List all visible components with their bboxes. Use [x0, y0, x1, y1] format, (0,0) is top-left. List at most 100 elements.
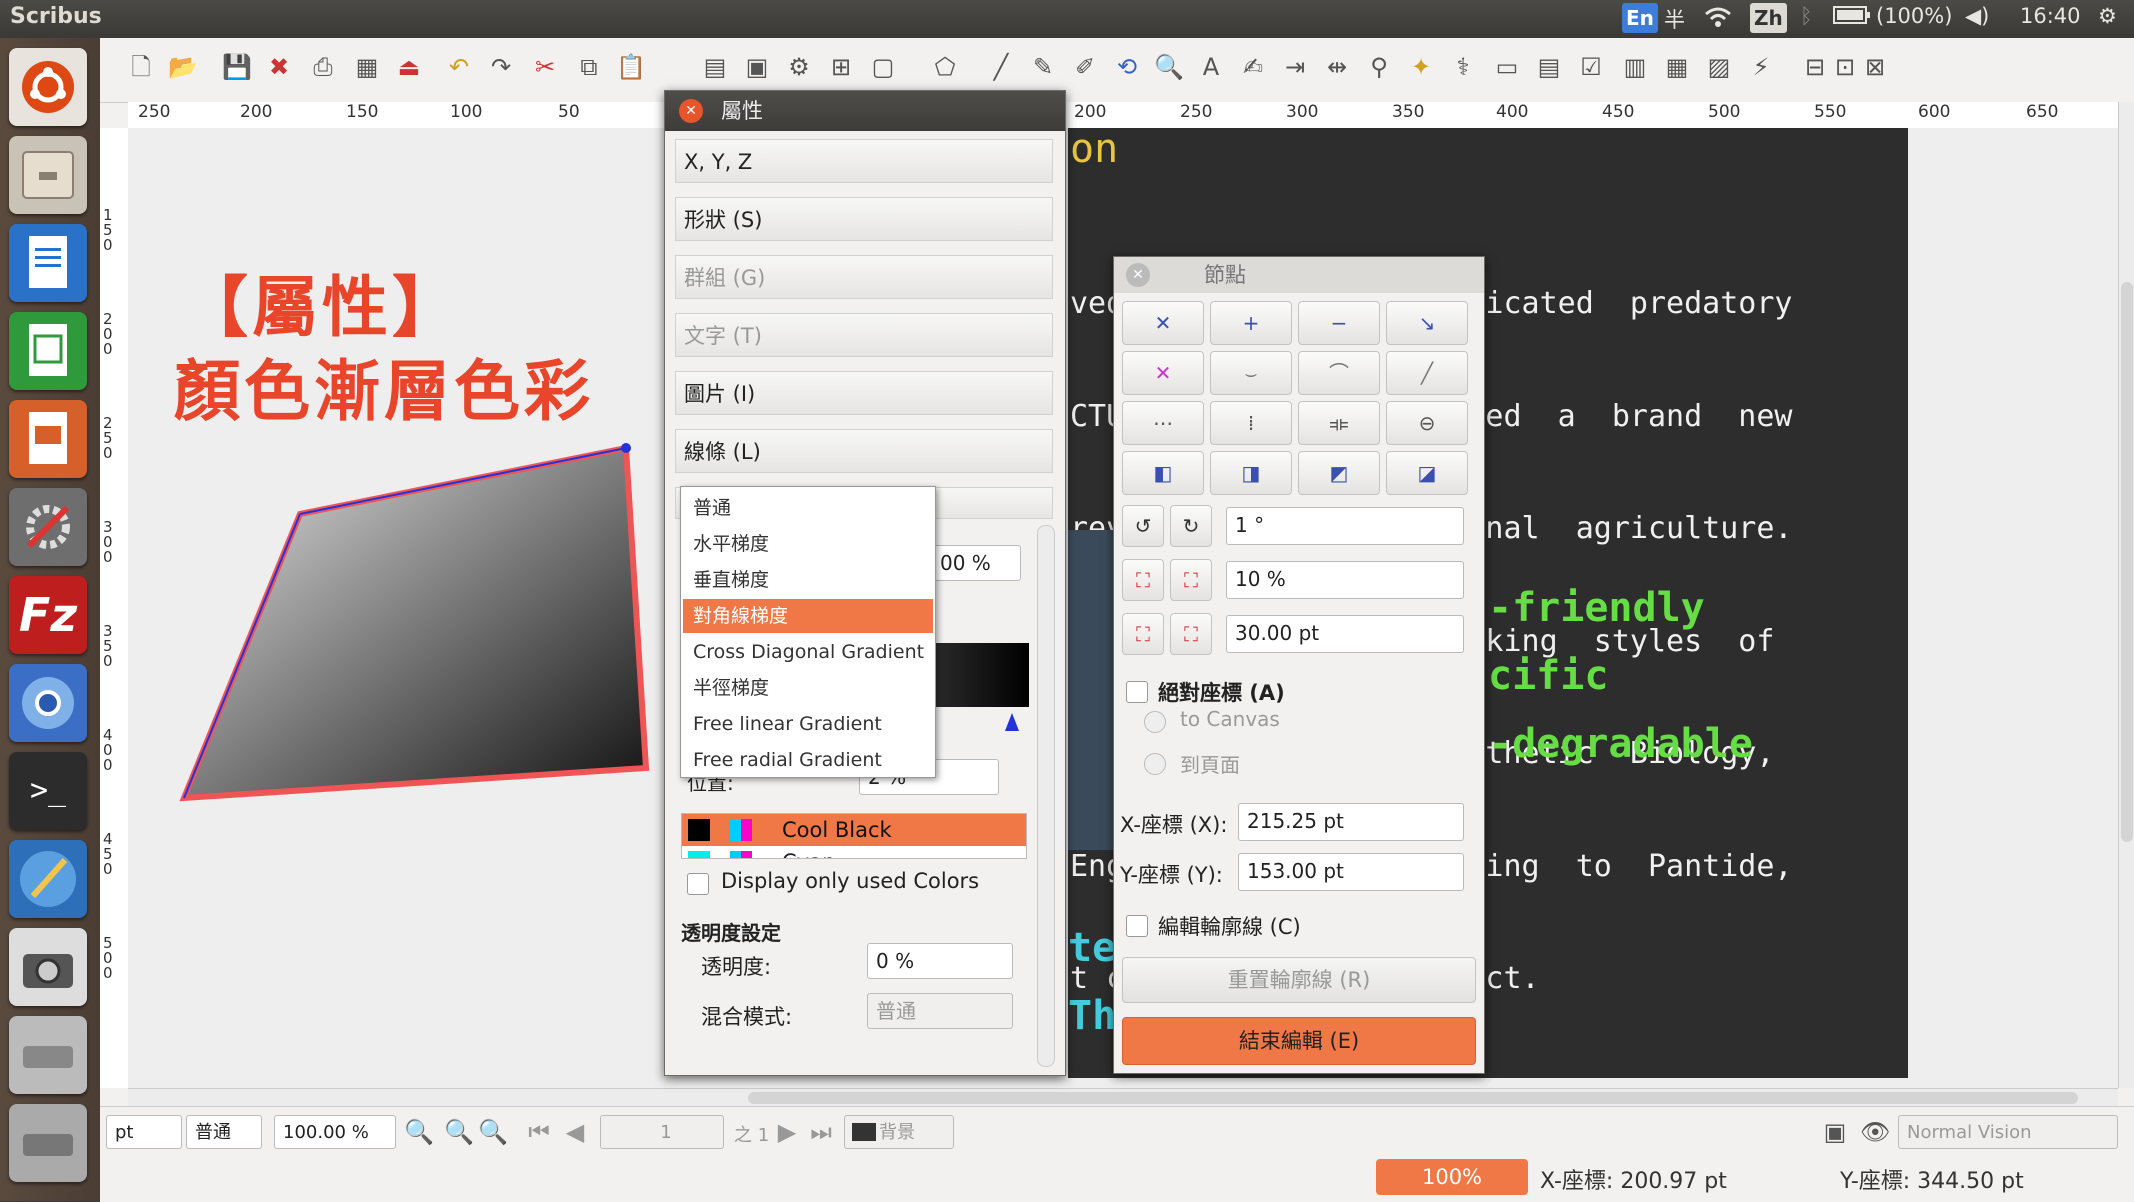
move-control-icon[interactable]: ↘ [1386, 301, 1468, 345]
polygon-icon[interactable]: ⬠ [930, 52, 960, 82]
gradient-option-selected[interactable]: 對角線梯度 [683, 599, 933, 633]
flip-vertical-icon[interactable]: ⊖ [1386, 401, 1468, 445]
gradient-stop-marker[interactable] [1005, 713, 1019, 731]
settings-gear-icon[interactable]: ⚙ [2098, 4, 2117, 28]
properties-scrollbar[interactable] [1037, 525, 1055, 1067]
paste-icon[interactable]: 📋 [616, 52, 646, 82]
scale-percent-field[interactable]: 10 % [1226, 561, 1464, 599]
scribus-icon[interactable] [9, 840, 87, 918]
freehand-icon[interactable]: ✐ [1070, 52, 1100, 82]
close-icon[interactable]: ✕ [1126, 263, 1150, 287]
table-icon[interactable]: ⊞ [826, 52, 856, 82]
open-icon[interactable]: 📂 [168, 52, 198, 82]
delete-node-icon[interactable]: − [1298, 301, 1380, 345]
lang-en-indicator[interactable]: En [1622, 3, 1658, 33]
minimize-icon[interactable]: ⊟ [1800, 52, 1830, 82]
bluetooth-icon[interactable]: ᛒ [1800, 4, 1813, 28]
visual-mode-icon[interactable]: 👁 [1860, 1117, 1890, 1147]
writer-icon[interactable] [9, 224, 87, 302]
close-path-icon[interactable]: ⁞ [1210, 401, 1292, 445]
pdf-listbox-icon[interactable]: ▦ [1662, 52, 1692, 82]
link-frames-icon[interactable]: ⇥ [1280, 52, 1310, 82]
text-frame-icon[interactable]: ▤ [700, 52, 730, 82]
end-edit-button[interactable]: 結束編輯 (E) [1122, 1017, 1476, 1065]
display-used-checkbox[interactable] [687, 873, 709, 895]
copy-icon[interactable]: ⧉ [574, 52, 604, 82]
gradient-type-dropdown[interactable]: 普通 水平梯度 垂直梯度 對角線梯度 Cross Diagonal Gradie… [680, 486, 936, 778]
asymmetric-icon[interactable]: ⌒ [1298, 351, 1380, 395]
pdf-icon[interactable]: ⏏ [394, 52, 424, 82]
pdf-checkbox-icon[interactable]: ☑ [1576, 52, 1606, 82]
shear-down-icon[interactable]: ◪ [1386, 451, 1468, 495]
x-coord-field[interactable]: 215.25 pt [1238, 803, 1464, 841]
edit-contour-checkbox[interactable] [1126, 915, 1148, 937]
rotate-cw-icon[interactable]: ↻ [1170, 505, 1212, 547]
new-document-icon[interactable]: 🗋 [126, 52, 156, 82]
undo-icon[interactable]: ↶ [444, 52, 474, 82]
copy-properties-icon[interactable]: ✦ [1406, 52, 1436, 82]
gradient-option[interactable]: 普通 [683, 491, 933, 525]
shrink-percent-icon[interactable]: ⛶ [1122, 559, 1164, 601]
vertical-scrollbar[interactable] [2118, 102, 2134, 1088]
nodes-titlebar[interactable]: ✕ 節點 [1114, 257, 1484, 293]
gradient-percent-field[interactable]: 00 % [931, 545, 1021, 581]
battery-icon[interactable] [1833, 4, 1871, 31]
gradient-option[interactable]: Free linear Gradient [683, 707, 933, 741]
section-image[interactable]: 圖片 (I) [675, 371, 1053, 415]
close-icon[interactable]: ✕ [679, 99, 703, 123]
add-node-icon[interactable]: + [1210, 301, 1292, 345]
unit-select[interactable]: pt [106, 1115, 182, 1149]
rotate-angle-field[interactable]: 1 ° [1226, 507, 1464, 545]
page-select[interactable]: 1 [600, 1115, 724, 1149]
lang-zh-indicator[interactable]: Zh [1750, 3, 1787, 33]
input-mode-indicator[interactable]: 半 [1664, 4, 1685, 34]
reset-control-icon[interactable]: ✕ [1122, 351, 1204, 395]
shear-right-icon[interactable]: ◧ [1122, 451, 1204, 495]
volume-icon[interactable]: ◀) [1965, 4, 1989, 28]
shear-left-icon[interactable]: ◨ [1210, 451, 1292, 495]
filezilla-icon[interactable]: Fz [9, 576, 87, 654]
pdf-combobox-icon[interactable]: ▥ [1620, 52, 1650, 82]
render-frame-icon[interactable]: ⚙ [784, 52, 814, 82]
y-coord-field[interactable]: 153.00 pt [1238, 853, 1464, 891]
gradient-option[interactable]: Cross Diagonal Gradient [683, 635, 933, 669]
zoom-field[interactable]: 100.00 % [274, 1115, 396, 1149]
reset-controls-icon[interactable]: ╱ [1386, 351, 1468, 395]
horizontal-scrollbar[interactable] [128, 1088, 2118, 1107]
save-icon[interactable]: 💾 [222, 52, 252, 82]
mode-select[interactable]: 普通 [186, 1115, 262, 1149]
vertical-scroll-thumb[interactable] [2121, 282, 2133, 842]
horizontal-scroll-thumb[interactable] [748, 1092, 2078, 1104]
gradient-option[interactable]: 垂直梯度 [683, 563, 933, 597]
restore-icon[interactable]: ⊡ [1830, 52, 1860, 82]
vision-mode-select[interactable]: Normal Vision [1898, 1115, 2118, 1149]
vertical-ruler[interactable]: 150 200 250 300 350 400 450 500 [100, 128, 129, 1088]
rotate-ccw-icon[interactable]: ↺ [1122, 505, 1164, 547]
zoom-icon[interactable]: 🔍 [1154, 52, 1184, 82]
bezier-icon[interactable]: ✎ [1028, 52, 1058, 82]
move-nodes-icon[interactable]: ✕ [1122, 301, 1204, 345]
shear-up-icon[interactable]: ◩ [1298, 451, 1380, 495]
cut-icon[interactable]: ✂ [530, 52, 560, 82]
scale-size-field[interactable]: 30.00 pt [1226, 615, 1464, 653]
unlink-frames-icon[interactable]: ⇹ [1322, 52, 1352, 82]
image-frame-icon[interactable]: ▣ [742, 52, 772, 82]
gradient-option[interactable]: 半徑梯度 [683, 671, 933, 705]
zoom-out-icon[interactable]: 🔍 [404, 1117, 434, 1147]
open-path-icon[interactable]: ⋯ [1122, 401, 1204, 445]
files-icon[interactable] [9, 136, 87, 214]
section-line[interactable]: 線條 (L) [675, 429, 1053, 473]
edit-text-icon[interactable]: ✍ [1238, 52, 1268, 82]
gradient-preview[interactable] [935, 643, 1029, 707]
opacity-field[interactable]: 0 % [867, 943, 1013, 979]
calc-icon[interactable] [9, 312, 87, 390]
camera-icon[interactable] [9, 928, 87, 1006]
chromium-icon[interactable] [9, 664, 87, 742]
eyedropper-icon[interactable]: ⚕ [1448, 52, 1478, 82]
pdf-textfield-icon[interactable]: ▤ [1534, 52, 1564, 82]
system-settings-icon[interactable] [9, 488, 87, 566]
gradient-option[interactable]: 水平梯度 [683, 527, 933, 561]
absolute-coords-checkbox[interactable] [1126, 681, 1148, 703]
gradient-shape[interactable] [128, 128, 688, 828]
color-item[interactable]: Cyan [682, 846, 1026, 858]
